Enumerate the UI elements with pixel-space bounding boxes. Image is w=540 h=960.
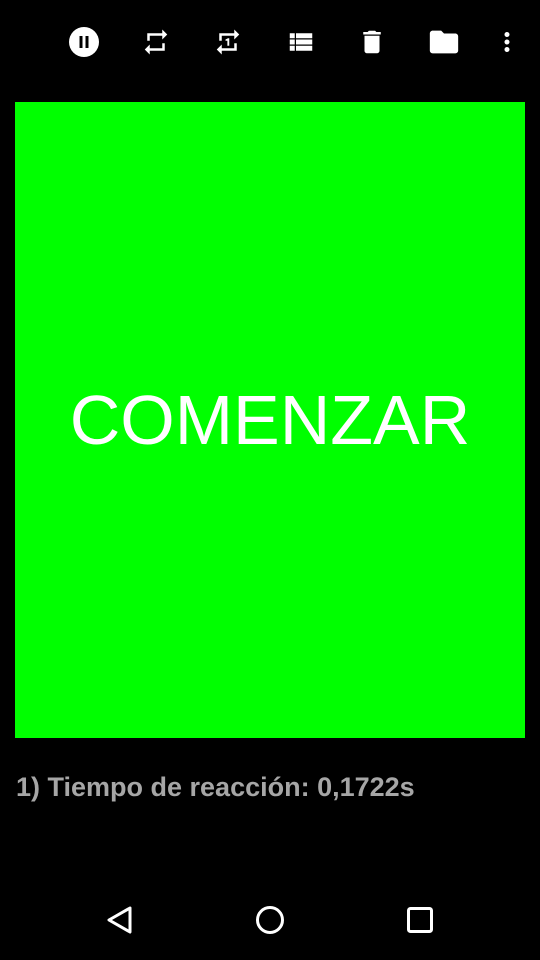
result-line: 1) Tiempo de reacción: 0,1722s [16, 772, 415, 802]
recents-icon [407, 907, 433, 933]
home-icon [256, 906, 284, 934]
list-button[interactable] [279, 20, 323, 64]
top-toolbar [0, 0, 540, 84]
repeat-icon [144, 29, 168, 55]
start-label: COMENZAR [69, 381, 471, 459]
pause-button[interactable] [62, 20, 106, 64]
recents-button[interactable] [396, 896, 444, 944]
folder-icon [429, 30, 459, 54]
folder-button[interactable] [422, 20, 466, 64]
repeat-button[interactable] [134, 20, 178, 64]
repeat-one-button[interactable] [206, 20, 250, 64]
more-options-button[interactable] [485, 20, 529, 64]
more-vert-icon [504, 32, 510, 52]
delete-button[interactable] [350, 20, 394, 64]
delete-icon [363, 30, 381, 54]
pause-icon [69, 27, 99, 57]
list-icon [289, 33, 313, 51]
home-button[interactable] [246, 896, 294, 944]
back-button[interactable] [96, 896, 144, 944]
back-icon [107, 906, 132, 934]
repeat-one-icon [216, 29, 240, 55]
start-panel[interactable]: COMENZAR [15, 102, 525, 738]
system-navbar [0, 876, 540, 960]
